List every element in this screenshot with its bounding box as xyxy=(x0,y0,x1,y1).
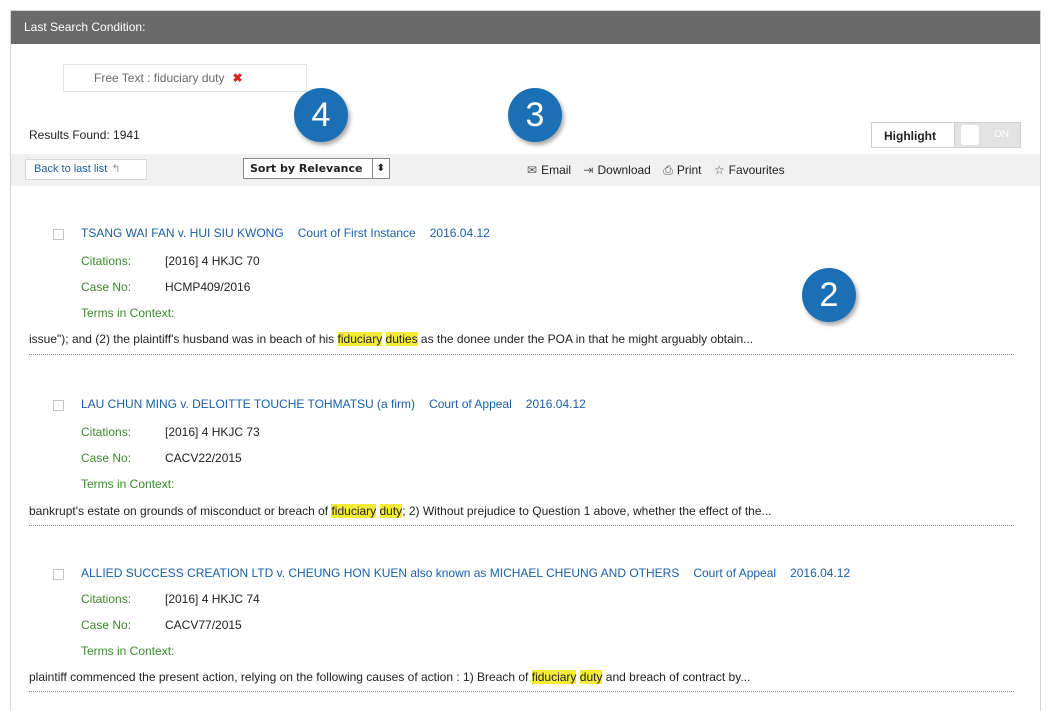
terms-label: Terms in Context: xyxy=(81,477,175,491)
download-label: Download xyxy=(597,163,651,177)
back-label: Back to last list xyxy=(34,163,108,175)
term-highlight: duty xyxy=(579,670,603,684)
case-title-link[interactable]: LAU CHUN MING v. DELOITTE TOUCHE TOHMATS… xyxy=(81,397,415,411)
favourites-button[interactable]: ☆ Favourites xyxy=(714,163,785,177)
context-after: and breach of contract by... xyxy=(602,670,751,684)
term-highlight: fiduciary xyxy=(331,504,377,518)
citation-value: [2016] 4 HKJC 73 xyxy=(165,425,260,439)
judgment-date[interactable]: 2016.04.12 xyxy=(526,397,586,411)
highlight-toggle[interactable]: ON xyxy=(954,122,1021,148)
court-link[interactable]: Court of First Instance xyxy=(298,226,416,240)
callout-badge: 3 xyxy=(508,88,562,142)
judgment-date[interactable]: 2016.04.12 xyxy=(430,226,490,240)
term-highlight: fiduciary xyxy=(337,332,383,346)
citation-value: [2016] 4 HKJC 70 xyxy=(165,254,260,268)
callout-number: 2 xyxy=(819,276,839,314)
term-highlight: fiduciary xyxy=(531,670,577,684)
citation-row: Citations: [2016] 4 HKJC 74 xyxy=(81,592,260,606)
select-arrows-icon: ⬍ xyxy=(371,159,385,178)
email-button[interactable]: ✉ Email xyxy=(527,163,571,177)
case-no-value: CACV77/2015 xyxy=(165,618,242,632)
sort-select[interactable]: Sort by Relevance ⬍ xyxy=(243,158,390,179)
back-arrow-icon: ↰ xyxy=(111,163,121,175)
court-link[interactable]: Court of Appeal xyxy=(693,566,776,580)
context-after: ; 2) Without prejudice to Question 1 abo… xyxy=(402,504,772,518)
case-no-label: Case No: xyxy=(81,618,132,632)
term-highlight: duty xyxy=(379,504,403,518)
judgment-date[interactable]: 2016.04.12 xyxy=(790,566,850,580)
print-label: Print xyxy=(676,163,702,177)
result-divider xyxy=(29,354,1014,355)
terms-label: Terms in Context: xyxy=(81,306,175,320)
callout-badge: 4 xyxy=(294,88,348,142)
email-label: Email xyxy=(541,163,572,177)
context-before: plaintiff commenced the present action, … xyxy=(29,670,532,684)
print-icon: ⎙ xyxy=(663,163,673,177)
context-snippet: issue"); and (2) the plaintiff's husband… xyxy=(29,332,753,346)
free-text-filter-chip: Free Text : fiduciary duty ✖ xyxy=(63,64,307,92)
email-icon: ✉ xyxy=(527,163,538,177)
back-to-last-list-button[interactable]: Back to last list ↰ xyxy=(25,159,147,180)
action-links: ✉ Email ⇥ Download ⎙ Print ☆ Favourites xyxy=(527,163,794,178)
last-search-condition-bar: Last Search Condition: xyxy=(11,11,1040,44)
citations-label: Citations: xyxy=(81,592,132,606)
context-before: bankrupt's estate on grounds of miscondu… xyxy=(29,504,332,518)
terms-row: Terms in Context: xyxy=(81,306,174,320)
case-no-value: CACV22/2015 xyxy=(165,451,242,465)
sort-label: Sort by Relevance xyxy=(250,162,363,175)
case-no-label: Case No: xyxy=(81,451,132,465)
case-no-row: Case No: HCMP409/2016 xyxy=(81,280,250,294)
case-no-row: Case No: CACV77/2015 xyxy=(81,618,242,632)
download-icon: ⇥ xyxy=(583,163,594,177)
star-icon: ☆ xyxy=(713,163,725,177)
results-toolbar: Back to last list ↰ Sort by Relevance ⬍ ✉… xyxy=(11,154,1040,186)
citation-row: Citations: [2016] 4 HKJC 70 xyxy=(81,254,260,268)
remove-filter-icon[interactable]: ✖ xyxy=(233,71,243,85)
print-button[interactable]: ⎙ Print xyxy=(663,163,701,177)
terms-row: Terms in Context: xyxy=(81,644,174,658)
toggle-knob xyxy=(961,125,979,145)
result-checkbox[interactable] xyxy=(53,400,64,411)
court-link[interactable]: Court of Appeal xyxy=(429,397,512,411)
case-no-value: HCMP409/2016 xyxy=(165,280,251,294)
citations-label: Citations: xyxy=(81,425,132,439)
case-title-link[interactable]: ALLIED SUCCESS CREATION LTD v. CHEUNG HO… xyxy=(81,566,679,580)
results-count: Results Found: 1941 xyxy=(29,128,140,142)
callout-number: 4 xyxy=(311,96,331,134)
citations-label: Citations: xyxy=(81,254,132,268)
citation-value: [2016] 4 HKJC 74 xyxy=(165,592,260,606)
context-after: as the donee under the POA in that he mi… xyxy=(417,332,754,346)
result-checkbox[interactable] xyxy=(53,569,64,580)
result-divider xyxy=(29,525,1014,526)
toggle-state: ON xyxy=(994,129,1009,140)
result-divider xyxy=(29,691,1014,692)
favourites-label: Favourites xyxy=(728,163,785,177)
callout-badge: 2 xyxy=(802,268,856,322)
filter-label: Free Text : fiduciary duty xyxy=(94,71,225,85)
result-title-line: LAU CHUN MING v. DELOITTE TOUCHE TOHMATS… xyxy=(81,397,586,411)
terms-label: Terms in Context: xyxy=(81,644,175,658)
result-title-line: TSANG WAI FAN v. HUI SIU KWONG Court of F… xyxy=(81,226,490,240)
result-checkbox[interactable] xyxy=(53,229,64,240)
result-title-line: ALLIED SUCCESS CREATION LTD v. CHEUNG HO… xyxy=(81,566,850,580)
context-snippet: bankrupt's estate on grounds of miscondu… xyxy=(29,504,772,518)
callout-number: 3 xyxy=(525,96,545,134)
case-title-link[interactable]: TSANG WAI FAN v. HUI SIU KWONG xyxy=(81,226,284,240)
case-no-row: Case No: CACV22/2015 xyxy=(81,451,242,465)
context-snippet: plaintiff commenced the present action, … xyxy=(29,670,750,684)
terms-row: Terms in Context: xyxy=(81,477,174,491)
highlight-label: Highlight xyxy=(884,129,936,143)
case-no-label: Case No: xyxy=(81,280,132,294)
context-before: issue"); and (2) the plaintiff's husband… xyxy=(29,332,338,346)
download-button[interactable]: ⇥ Download xyxy=(583,163,650,177)
term-highlight: duties xyxy=(385,332,418,346)
citation-row: Citations: [2016] 4 HKJC 73 xyxy=(81,425,260,439)
highlight-control: Highlight ON xyxy=(871,122,1021,148)
